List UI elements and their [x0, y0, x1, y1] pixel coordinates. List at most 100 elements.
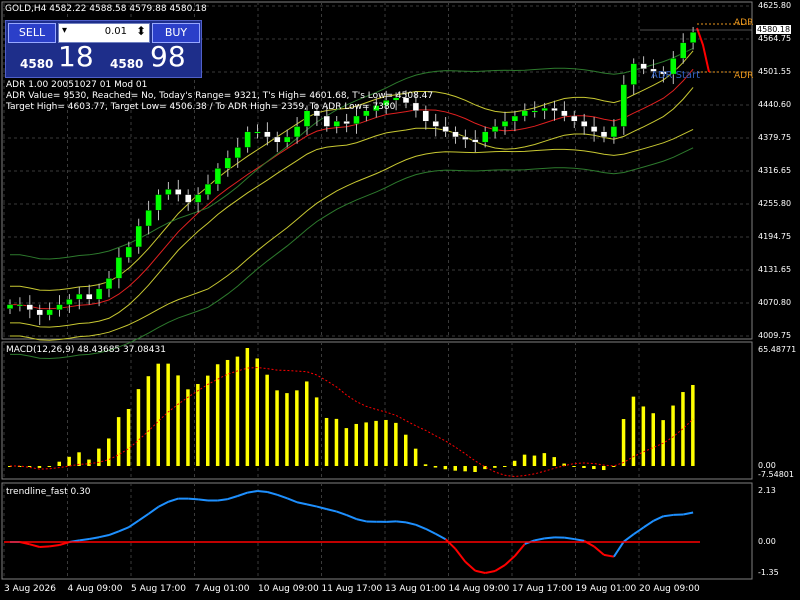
- macd-bar: [116, 417, 121, 466]
- price-tick: 4131.65: [758, 265, 792, 274]
- trendline-segment: [326, 508, 337, 513]
- macd-bar: [305, 381, 309, 466]
- macd-bar: [384, 419, 388, 466]
- candle: [6, 304, 14, 309]
- trendline-segment: [276, 493, 288, 500]
- macd-bar: [225, 359, 230, 466]
- time-tick: 3 Aug 2026: [4, 584, 56, 594]
- trendline-segment: [89, 536, 100, 540]
- candle: [541, 107, 548, 111]
- macd-bar: [324, 417, 329, 466]
- macd-bar: [156, 363, 160, 466]
- trendline-segment: [415, 523, 427, 530]
- one-click-trade-panel: SELL ▾ 0.01 ⬍ BUY 4580 18 4580 98: [5, 20, 202, 78]
- macd-bar: [314, 397, 319, 466]
- macd-bar: [691, 384, 695, 466]
- time-tick: 13 Aug 01:00: [385, 584, 446, 594]
- macd-bar: [334, 418, 339, 466]
- lot-spinner-icon[interactable]: ⬍: [136, 24, 146, 38]
- bid-price[interactable]: 4580 18: [8, 40, 98, 75]
- candle: [254, 131, 261, 134]
- bid-price-big: 18: [58, 40, 94, 73]
- macd-bar: [463, 466, 467, 472]
- candle: [234, 147, 241, 159]
- trendline-segment: [405, 521, 417, 526]
- candle: [561, 110, 568, 117]
- macd-bar: [37, 466, 42, 468]
- trendline-label: trendline_fast 0.30: [6, 487, 91, 497]
- time-tick: 11 Aug 17:00: [321, 584, 383, 594]
- sell-button[interactable]: SELL: [8, 23, 56, 43]
- candle: [115, 257, 123, 279]
- ask-price-small: 4580: [110, 57, 144, 71]
- macd-bar: [621, 419, 626, 466]
- time-tick: 17 Aug 17:00: [512, 584, 573, 594]
- candle: [36, 309, 43, 316]
- price-tick: 4316.65: [758, 166, 792, 175]
- price-tick: 4194.75: [758, 232, 792, 241]
- macd-bars: [8, 348, 695, 478]
- candle: [184, 194, 192, 203]
- candle: [640, 63, 647, 70]
- trendline-segment: [118, 526, 130, 533]
- trendline-segment: [613, 541, 625, 558]
- time-tick: 5 Aug 17:00: [131, 584, 186, 594]
- macd-tick-low: -7.54801: [758, 470, 794, 479]
- bid-price-small: 4580: [20, 57, 54, 71]
- macd-bar: [255, 358, 259, 466]
- macd-bar: [295, 390, 299, 466]
- macd-bar: [166, 363, 170, 466]
- time-tick: 7 Aug 01:00: [194, 584, 250, 594]
- macd-bar: [532, 455, 537, 466]
- macd-bar: [57, 461, 61, 466]
- lot-decrease-icon[interactable]: ▾: [62, 25, 67, 36]
- candle: [630, 63, 637, 85]
- trendline-segment: [395, 520, 407, 524]
- trendline-segment: [29, 543, 40, 548]
- candle: [482, 131, 489, 143]
- macd-bar: [572, 466, 576, 467]
- macd-bar: [235, 356, 240, 466]
- macd-bar: [542, 453, 547, 466]
- inner-band-lower: [10, 87, 694, 328]
- trendline-segment: [128, 519, 140, 529]
- trendline-segment: [148, 505, 160, 515]
- adr-range-marker: [696, 27, 710, 73]
- trendline-segment: [336, 510, 347, 517]
- candle: [521, 110, 528, 117]
- candle: [224, 157, 232, 169]
- macd-bar: [47, 466, 52, 467]
- lot-value[interactable]: 0.01: [105, 26, 127, 37]
- time-tick: 20 Aug 09:00: [639, 584, 700, 594]
- candle: [452, 131, 459, 138]
- macd-bar: [107, 438, 111, 466]
- trendline-segment: [484, 569, 496, 574]
- trendline-segment: [574, 538, 585, 542]
- macd-bar: [344, 428, 349, 466]
- macd-bar: [582, 466, 586, 468]
- candle: [175, 189, 182, 195]
- time-tick: 4 Aug 09:00: [67, 584, 123, 594]
- candle: [432, 121, 439, 127]
- candle: [689, 31, 697, 43]
- price-tick: 4564.75: [758, 34, 792, 43]
- trendline-segment: [197, 498, 209, 502]
- trendline-segment: [593, 545, 605, 556]
- candle: [412, 102, 420, 111]
- ask-price[interactable]: 4580 98: [106, 40, 196, 75]
- candle: [571, 115, 578, 122]
- macd-bar: [206, 375, 210, 466]
- candle: [145, 210, 152, 227]
- macd-bar: [27, 466, 32, 467]
- trendline-segment: [138, 512, 150, 522]
- candle: [491, 126, 499, 132]
- trendline-segment: [39, 545, 50, 548]
- price-tick: 4070.80: [758, 298, 792, 307]
- chart-canvas[interactable]: [0, 0, 800, 600]
- trendline-segment: [296, 501, 308, 506]
- macd-bar: [651, 413, 655, 466]
- trendline-segment: [267, 491, 278, 496]
- candle: [125, 246, 133, 258]
- mt4-chart-window[interactable]: GOLD,H4 4582.22 4588.58 4579.88 4580.18 …: [0, 0, 800, 600]
- candle: [135, 225, 142, 248]
